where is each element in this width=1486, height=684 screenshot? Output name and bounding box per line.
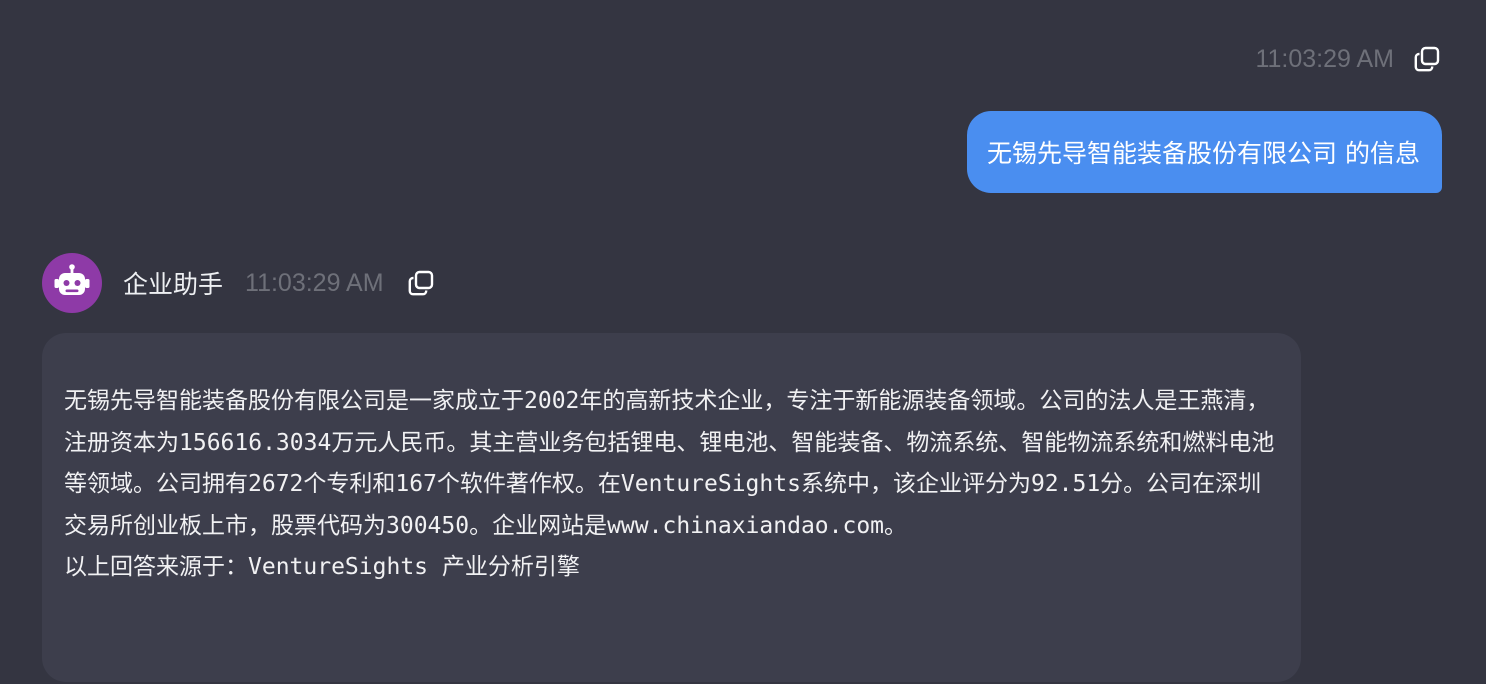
assistant-name: 企业助手: [123, 270, 224, 299]
copy-icon[interactable]: [406, 268, 436, 298]
assistant-message-source: 以上回答来源于：VentureSights 产业分析引擎: [64, 554, 580, 580]
copy-icon[interactable]: [1412, 44, 1442, 74]
robot-icon: [53, 262, 91, 304]
assistant-message-body: 无锡先导智能装备股份有限公司是一家成立于2002年的高新技术企业，专注于新能源装…: [64, 388, 1275, 539]
user-message-bubble: 无锡先导智能装备股份有限公司 的信息: [967, 111, 1442, 193]
assistant-message-header: 企业助手 11:03:29 AM: [42, 253, 436, 313]
user-message-meta: 11:03:29 AM: [1255, 44, 1442, 74]
assistant-message-timestamp: 11:03:29 AM: [245, 268, 384, 297]
user-message-timestamp: 11:03:29 AM: [1255, 44, 1394, 73]
assistant-message-bubble: 无锡先导智能装备股份有限公司是一家成立于2002年的高新技术企业，专注于新能源装…: [42, 333, 1301, 682]
avatar: [42, 253, 102, 313]
user-message-text: 无锡先导智能装备股份有限公司 的信息: [987, 139, 1420, 168]
